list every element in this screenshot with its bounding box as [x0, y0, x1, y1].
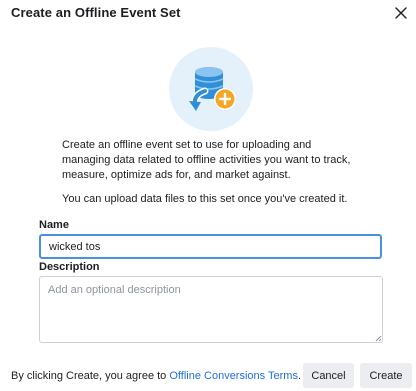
- description-paragraph: Create an offline event set to use for u…: [62, 139, 351, 181]
- close-button[interactable]: [390, 2, 412, 24]
- create-offline-event-set-dialog: Create an Offline Event Set Create an of…: [0, 0, 416, 391]
- terms-notice: By clicking Create, you agree to Offline…: [11, 370, 301, 382]
- resize-grip-icon[interactable]: [374, 334, 382, 342]
- name-label: Name: [39, 219, 69, 231]
- create-button[interactable]: Create: [360, 363, 412, 388]
- database-add-icon: [169, 47, 253, 131]
- dialog-title: Create an Offline Event Set: [11, 5, 181, 20]
- description-textarea[interactable]: [39, 276, 383, 343]
- name-input[interactable]: [39, 234, 382, 259]
- close-icon: [395, 7, 407, 19]
- description-label: Description: [39, 261, 100, 273]
- offline-event-set-illustration: [169, 47, 253, 131]
- dialog-description: Create an offline event set to use for u…: [62, 138, 362, 207]
- description-upload-note: You can upload data files to this set on…: [62, 193, 348, 205]
- dialog-header: Create an Offline Event Set: [0, 0, 416, 30]
- terms-suffix: .: [297, 370, 302, 382]
- offline-conversions-terms-link[interactable]: Offline Conversions Terms: [169, 370, 298, 382]
- terms-prefix: By clicking Create, you agree to: [11, 370, 170, 382]
- cancel-button[interactable]: Cancel: [303, 363, 354, 388]
